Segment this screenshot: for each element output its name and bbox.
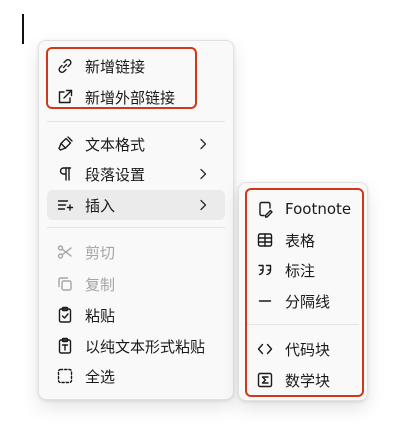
code-icon bbox=[255, 339, 275, 359]
chevron-right-icon bbox=[197, 167, 209, 181]
screen: 新增链接 新增外部链接 文本格式 段落设置 插入 剪切 复制 粘贴 以纯文本形式… bbox=[0, 0, 408, 438]
menu-item-label: Footnote bbox=[285, 200, 352, 218]
menu-item-add-external-link[interactable]: 新增外部链接 bbox=[47, 82, 225, 112]
submenu-item-callout[interactable]: 标注 bbox=[247, 255, 359, 285]
menu-item-select-all[interactable]: 全选 bbox=[47, 361, 225, 391]
menu-item-label: 复制 bbox=[85, 275, 116, 294]
horizontal-rule-icon bbox=[255, 291, 275, 311]
context-menu: 新增链接 新增外部链接 文本格式 段落设置 插入 剪切 复制 粘贴 以纯文本形式… bbox=[38, 40, 234, 400]
link-icon bbox=[55, 56, 75, 76]
menu-item-label: 新增外部链接 bbox=[85, 88, 176, 107]
footnote-icon bbox=[255, 199, 275, 219]
menu-item-label: 全选 bbox=[85, 367, 116, 386]
menu-item-label: 粘贴 bbox=[85, 306, 116, 325]
menu-item-paste-plain-text[interactable]: 以纯文本形式粘贴 bbox=[47, 331, 225, 361]
menu-separator bbox=[47, 227, 225, 228]
copy-icon bbox=[55, 274, 75, 294]
external-link-icon bbox=[55, 87, 75, 107]
menu-item-label: 插入 bbox=[85, 196, 116, 215]
submenu-item-footnote[interactable]: Footnote bbox=[247, 194, 359, 224]
paintbrush-icon bbox=[55, 134, 75, 154]
menu-item-label: 剪切 bbox=[85, 243, 116, 262]
menu-item-label: 表格 bbox=[285, 231, 316, 250]
menu-item-text-format[interactable]: 文本格式 bbox=[47, 129, 225, 159]
clipboard-icon bbox=[55, 305, 75, 325]
menu-separator bbox=[47, 121, 225, 122]
menu-item-add-link[interactable]: 新增链接 bbox=[47, 51, 225, 81]
menu-item-paste[interactable]: 粘贴 bbox=[47, 300, 225, 330]
submenu-item-divider[interactable]: 分隔线 bbox=[247, 286, 359, 316]
submenu-item-code-block[interactable]: 代码块 bbox=[247, 334, 359, 364]
menu-item-copy[interactable]: 复制 bbox=[47, 269, 225, 299]
sigma-icon bbox=[255, 370, 275, 390]
menu-item-label: 数学块 bbox=[285, 371, 331, 390]
submenu-item-table[interactable]: 表格 bbox=[247, 225, 359, 255]
clipboard-text-icon bbox=[55, 336, 75, 356]
table-icon bbox=[255, 230, 275, 250]
menu-item-cut[interactable]: 剪切 bbox=[47, 237, 225, 267]
menu-item-label: 新增链接 bbox=[85, 57, 146, 76]
menu-item-label: 段落设置 bbox=[85, 165, 146, 184]
scissors-icon bbox=[55, 242, 75, 262]
menu-separator bbox=[247, 324, 359, 325]
insert-icon bbox=[55, 195, 75, 215]
select-all-icon bbox=[55, 366, 75, 386]
menu-item-insert[interactable]: 插入 bbox=[47, 190, 225, 220]
menu-item-paragraph-settings[interactable]: 段落设置 bbox=[47, 159, 225, 189]
insert-submenu: Footnote 表格 标注 分隔线 代码块 数学块 bbox=[238, 182, 368, 401]
menu-item-label: 以纯文本形式粘贴 bbox=[85, 337, 206, 356]
menu-item-label: 分隔线 bbox=[285, 292, 331, 311]
paragraph-icon bbox=[55, 164, 75, 184]
chevron-right-icon bbox=[197, 137, 209, 151]
menu-item-label: 代码块 bbox=[285, 340, 331, 359]
menu-item-label: 标注 bbox=[285, 261, 316, 280]
submenu-item-math-block[interactable]: 数学块 bbox=[247, 365, 359, 395]
chevron-right-icon bbox=[197, 198, 209, 212]
menu-item-label: 文本格式 bbox=[85, 135, 146, 154]
text-caret bbox=[22, 14, 24, 44]
quote-icon bbox=[255, 260, 275, 280]
